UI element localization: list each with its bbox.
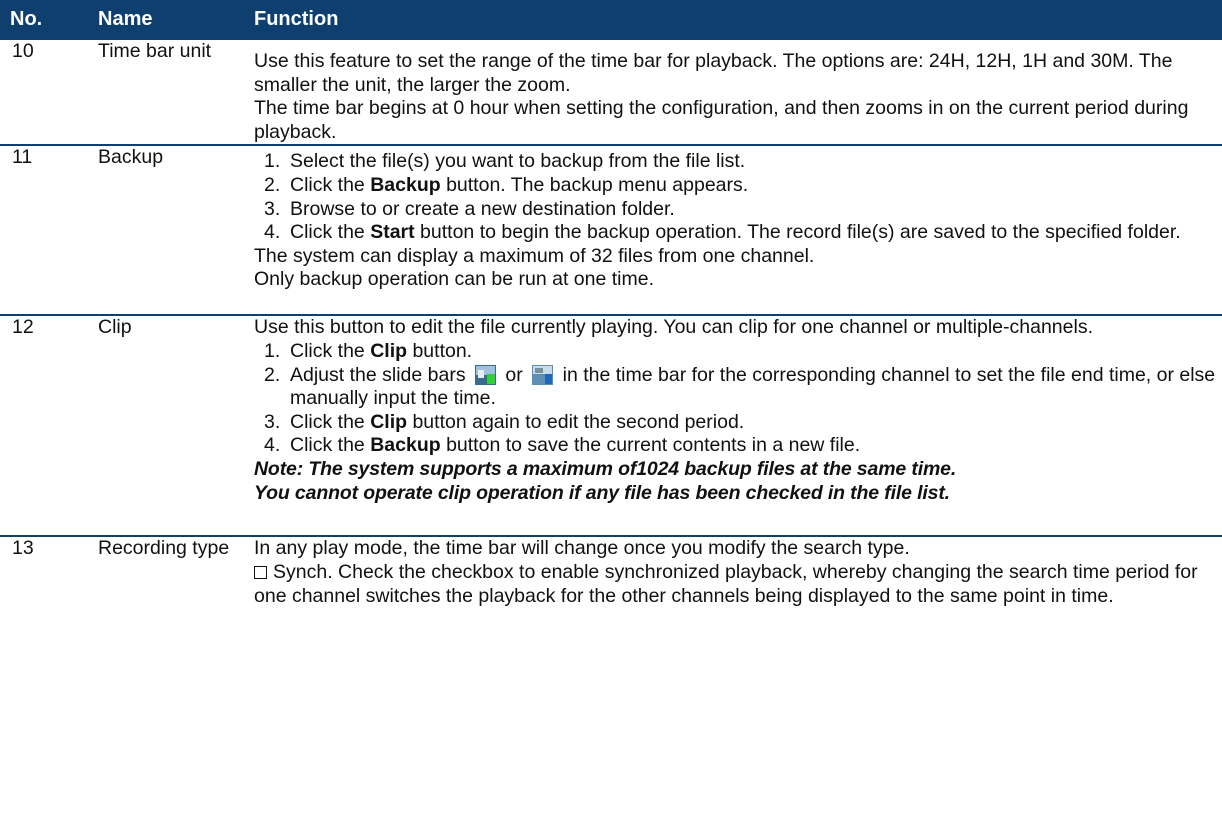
row-name: Backup xyxy=(98,146,164,169)
checkbox-icon xyxy=(254,565,267,579)
function-paragraph: The time bar begins at 0 hour when setti… xyxy=(254,97,1189,143)
row-number: 11 xyxy=(12,146,33,169)
row-function: Use this feature to set the range of the… xyxy=(254,40,1222,145)
function-paragraph: Only backup operation can be run at one … xyxy=(254,268,654,291)
step-text: Click the Start button to begin the back… xyxy=(290,221,1181,244)
step-number: 3. xyxy=(264,197,281,220)
step-number: 4. xyxy=(264,221,281,244)
step-text: Browse to or create a new destination fo… xyxy=(290,197,675,220)
step-number: 1. xyxy=(264,150,281,173)
step-number: 3. xyxy=(264,410,281,433)
table-row-12: 12 Clip Use this button to edit the file… xyxy=(0,315,1222,537)
row-number: 12 xyxy=(12,316,34,339)
function-paragraph: In any play mode, the time bar will chan… xyxy=(254,537,910,560)
step-number: 2. xyxy=(264,363,281,386)
step-item: 4. Click the Backup button to save the c… xyxy=(254,434,1222,458)
row-name: Clip xyxy=(98,316,132,339)
function-paragraph: Synch. Check the checkbox to enable sync… xyxy=(254,560,1198,607)
note-line: Note: The system supports a maximum of10… xyxy=(254,457,957,480)
table-row-13: 13 Recording type In any play mode, the … xyxy=(0,536,1222,636)
row-function: In any play mode, the time bar will chan… xyxy=(254,536,1222,636)
row-function: Use this button to edit the file current… xyxy=(254,315,1222,536)
step-number: 4. xyxy=(264,434,281,457)
function-paragraph: Use this feature to set the range of the… xyxy=(254,50,1173,96)
document-page: No. Name Function 10 Time bar unit Use t… xyxy=(0,0,1222,837)
row-number: 10 xyxy=(12,40,34,62)
row-name: Recording type xyxy=(98,537,230,560)
slide-bar-start-icon xyxy=(475,364,497,385)
step-number: 2. xyxy=(264,173,281,196)
step-item: 3. Click the Clip button again to edit t… xyxy=(254,411,1222,435)
step-text: Adjust the slide bars or in the time bar… xyxy=(290,363,1216,410)
row-name: Time bar unit xyxy=(98,40,212,62)
step-item: 1. Select the file(s) you want to backup… xyxy=(254,150,1222,174)
header-no: No. xyxy=(0,0,98,40)
step-item: 2. Click the Backup button. The backup m… xyxy=(254,174,1222,198)
step-item: 3. Browse to or create a new destination… xyxy=(254,198,1222,222)
step-number: 1. xyxy=(264,339,281,362)
step-text: Click the Backup button to save the curr… xyxy=(290,434,861,457)
function-table: No. Name Function 10 Time bar unit Use t… xyxy=(0,0,1222,636)
header-function: Function xyxy=(254,0,1222,40)
note-line: You cannot operate clip operation if any… xyxy=(254,481,950,504)
step-item: 4. Click the Start button to begin the b… xyxy=(254,221,1222,245)
function-paragraph: Use this button to edit the file current… xyxy=(254,316,1093,339)
step-text: Click the Backup button. The backup menu… xyxy=(290,173,749,196)
table-header-row: No. Name Function xyxy=(0,0,1222,40)
slide-bar-end-icon xyxy=(532,364,554,385)
table-row-11: 11 Backup 1. Select the file(s) you want… xyxy=(0,145,1222,316)
row-number: 13 xyxy=(12,537,34,560)
step-text: Select the file(s) you want to backup fr… xyxy=(290,150,746,173)
step-item: 1. Click the Clip button. xyxy=(254,340,1222,364)
step-text: Click the Clip button again to edit the … xyxy=(290,410,745,433)
row-function: 1. Select the file(s) you want to backup… xyxy=(254,145,1222,315)
step-text: Click the Clip button. xyxy=(290,339,473,362)
step-item: 2. Adjust the slide bars or in the time … xyxy=(254,364,1222,411)
table-row-10: 10 Time bar unit Use this feature to set… xyxy=(0,40,1222,146)
function-paragraph: The system can display a maximum of 32 f… xyxy=(254,244,815,267)
header-name: Name xyxy=(98,0,254,40)
